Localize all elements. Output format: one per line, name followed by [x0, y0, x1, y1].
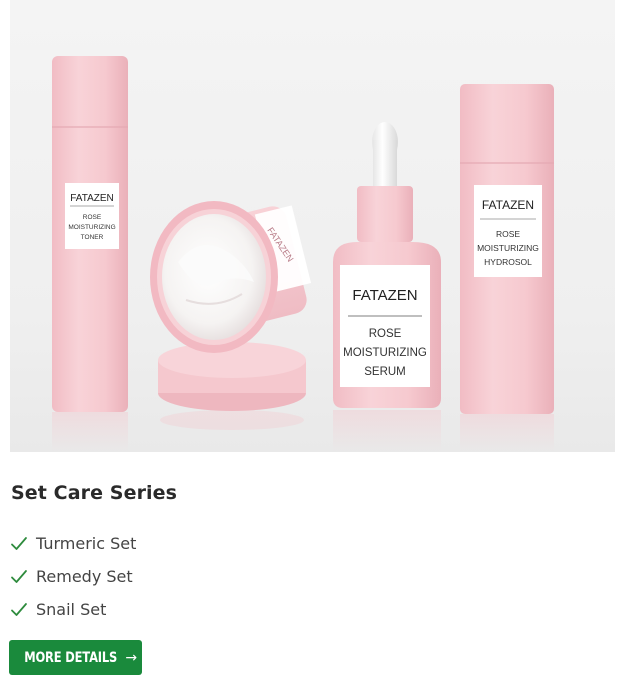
more-details-button[interactable]: MORE DETAILS → [9, 640, 142, 675]
svg-text:SERUM: SERUM [364, 366, 406, 378]
svg-text:FATAZEN: FATAZEN [352, 287, 417, 304]
toner-bottle: FATAZEN ROSE MOISTURIZING TONER [52, 56, 128, 412]
hydrosol-bottle: FATAZEN ROSE MOISTURIZING HYDROSOL [460, 84, 554, 414]
list-item-label: Turmeric Set [36, 534, 137, 553]
list-item[interactable]: Remedy Set [10, 560, 136, 593]
list-item[interactable]: Turmeric Set [10, 527, 136, 560]
serum-bottle: FATAZEN ROSE MOISTURIZING SERUM [333, 122, 441, 408]
check-icon [10, 568, 28, 586]
list-item-label: Remedy Set [36, 567, 133, 586]
check-icon [10, 601, 28, 619]
product-hero-image: FATAZEN ROSE MOISTURIZING TONER FATAZEN [10, 0, 615, 452]
svg-text:HYDROSOL: HYDROSOL [484, 257, 532, 267]
list-item[interactable]: Snail Set [10, 593, 136, 626]
svg-text:ROSE: ROSE [496, 229, 520, 239]
more-details-label: MORE DETAILS [24, 649, 118, 666]
cream-jar: FATAZEN [150, 201, 312, 411]
arrow-right-icon: → [125, 649, 138, 666]
list-item-label: Snail Set [36, 600, 107, 619]
feature-list: Turmeric Set Remedy Set Snail Set [10, 527, 136, 626]
check-icon [10, 535, 28, 553]
svg-text:ROSE: ROSE [369, 328, 402, 340]
svg-text:MOISTURIZING: MOISTURIZING [477, 243, 539, 253]
section-title: Set Care Series [11, 482, 178, 504]
svg-text:FATAZEN: FATAZEN [70, 193, 114, 204]
svg-text:TONER: TONER [81, 234, 104, 241]
svg-text:FATAZEN: FATAZEN [482, 198, 534, 212]
svg-text:ROSE: ROSE [83, 214, 102, 221]
svg-text:MOISTURIZING: MOISTURIZING [68, 224, 115, 231]
svg-text:MOISTURIZING: MOISTURIZING [343, 347, 427, 359]
